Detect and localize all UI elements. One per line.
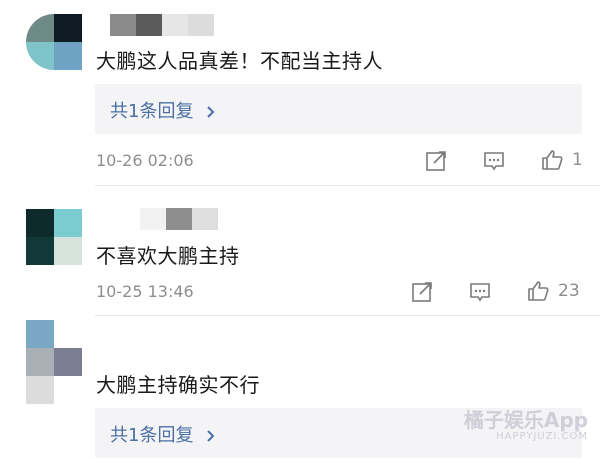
comment-time: 10-25 13:46 — [96, 282, 194, 301]
avatar[interactable] — [26, 14, 82, 70]
watermark-logo-text: 橘子娱乐App — [463, 408, 588, 432]
reply-summary[interactable]: 共1条回复 — [95, 84, 582, 134]
like-icon[interactable] — [526, 279, 550, 303]
divider — [95, 185, 600, 186]
share-icon[interactable] — [424, 149, 448, 173]
comment-time: 10-26 02:06 — [96, 151, 194, 170]
comment-icon[interactable] — [468, 280, 492, 304]
like-count: 1 — [572, 150, 583, 170]
share-icon[interactable] — [410, 280, 434, 304]
divider — [95, 315, 600, 316]
reply-count-label: 共1条回复 — [110, 425, 194, 446]
username[interactable] — [140, 208, 218, 230]
avatar[interactable] — [26, 320, 82, 404]
chevron-right-icon — [199, 101, 217, 122]
like-icon[interactable] — [540, 148, 564, 172]
comment-text: 不喜欢大鹏主持 — [96, 244, 240, 268]
like-count: 23 — [558, 281, 580, 301]
reply-count-label: 共1条回复 — [110, 101, 194, 122]
username[interactable] — [110, 14, 214, 36]
watermark: 橘子娱乐App HAPPYJUZI.COM — [464, 404, 588, 442]
comment-text: 大鹏主持确实不行 — [96, 373, 260, 397]
chevron-right-icon — [199, 425, 217, 446]
comment-icon[interactable] — [482, 149, 506, 173]
comment-text: 大鹏这人品真差！不配当主持人 — [96, 49, 383, 73]
avatar[interactable] — [26, 209, 82, 265]
